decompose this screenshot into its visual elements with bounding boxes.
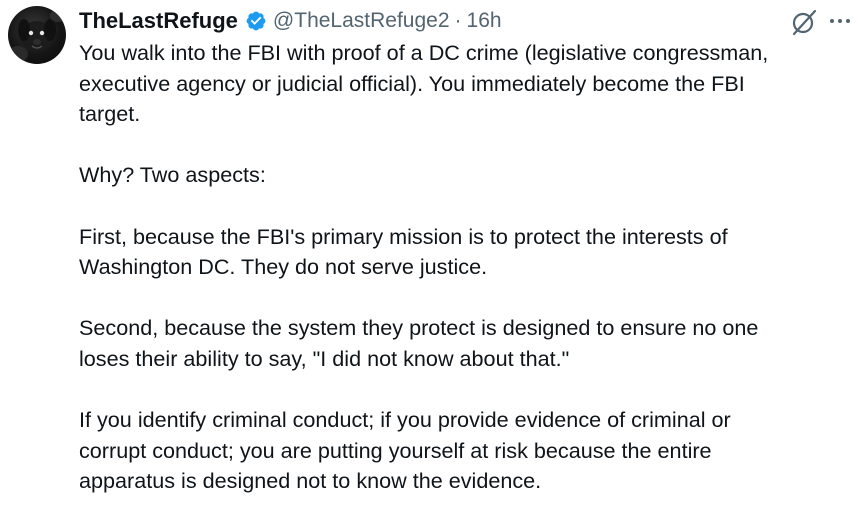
more-options-icon[interactable] (824, 4, 856, 38)
tweet-header: TheLastRefuge @TheLastRefuge2 · 16h (79, 6, 502, 36)
author-display-name[interactable]: TheLastRefuge (79, 8, 238, 34)
separator-dot: · (454, 9, 462, 32)
tweet-paragraph-4: Second, because the system they protect … (79, 313, 851, 374)
grok-icon[interactable] (789, 7, 819, 37)
tweet: TheLastRefuge @TheLastRefuge2 · 16h You … (0, 0, 858, 498)
text-line: First, because the FBI's primary mission… (79, 223, 728, 249)
text-line: Why? Two aspects: (79, 162, 266, 188)
avatar[interactable] (8, 6, 66, 64)
more-dot (830, 19, 834, 23)
text-line: If you identify criminal conduct; if you… (79, 407, 731, 433)
tweet-paragraph-1: You walk into the FBI with proof of a DC… (79, 38, 851, 130)
avatar-dog-image (8, 10, 66, 62)
more-dot (838, 19, 842, 23)
tweet-paragraph-3: First, because the FBI's primary mission… (79, 222, 851, 283)
text-line: Washington DC. They do not serve justice… (79, 254, 488, 280)
text-line: loses their ability to say, "I did not k… (79, 345, 570, 371)
tweet-timestamp[interactable]: 16h (467, 9, 502, 33)
text-line: executive agency or judicial official). … (79, 70, 745, 96)
tweet-paragraph-5: If you identify criminal conduct; if you… (79, 405, 851, 497)
text-line: You walk into the FBI with proof of a DC… (79, 40, 769, 65)
text-line: corrupt conduct; you are putting yoursel… (79, 437, 712, 463)
text-line: apparatus is designed not to know the ev… (79, 468, 542, 494)
text-line: target. (79, 101, 141, 127)
text-line: Second, because the system they protect … (79, 315, 759, 341)
verified-badge-icon (246, 11, 266, 31)
tweet-paragraph-2: Why? Two aspects: (79, 160, 851, 191)
tweet-text: You walk into the FBI with proof of a DC… (79, 38, 851, 528)
author-handle[interactable]: @TheLastRefuge2 (273, 9, 450, 33)
more-dot (846, 19, 850, 23)
